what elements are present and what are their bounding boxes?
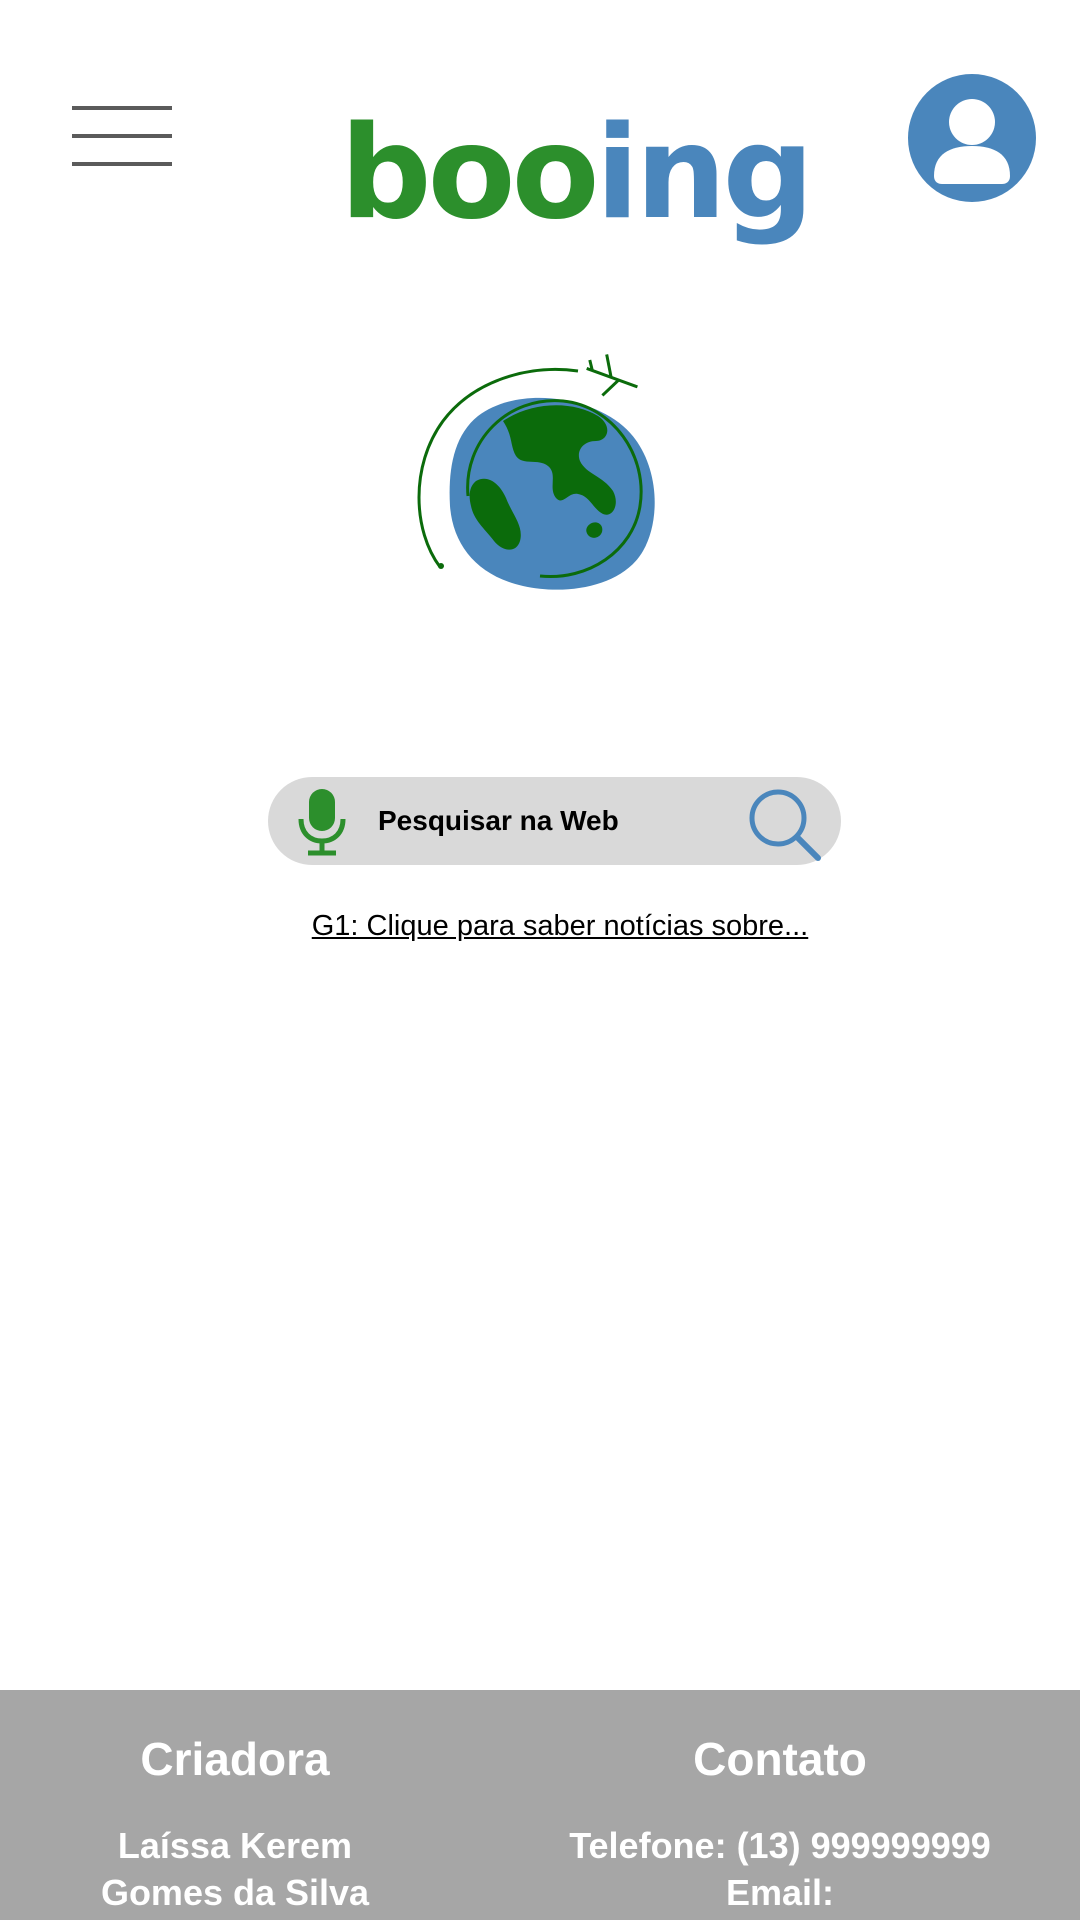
menu-bar-middle [72, 134, 172, 138]
creator-name: Laíssa Kerem Gomes da Silva [40, 1822, 430, 1916]
logo-text-green: boo [340, 99, 599, 248]
footer-contact-section: Contato Telefone: (13) 999999999 Email: [520, 1690, 1040, 1916]
microphone-button[interactable] [294, 787, 350, 857]
contact-phone: Telefone: (13) 999999999 [569, 1825, 991, 1866]
globe-airplane-icon [417, 354, 655, 590]
page: booing Pesquisar na Web G1: Clique para … [0, 0, 1080, 1920]
creator-name-line2: Gomes da Silva [100, 1872, 370, 1913]
creator-heading: Criadora [140, 1733, 330, 1785]
news-link[interactable]: G1: Clique para saber notícias sobre... [240, 910, 880, 943]
contact-email-label: Email: [725, 1872, 835, 1913]
search-button[interactable] [746, 786, 824, 864]
search-input[interactable] [378, 793, 738, 849]
logo-text-blue: ing [595, 99, 815, 248]
search-bar [268, 777, 841, 865]
footer: Criadora Laíssa Kerem Gomes da Silva Con… [0, 1690, 1080, 1920]
globe-airplane-illustration [408, 346, 672, 606]
microphone-icon [298, 789, 346, 856]
menu-bar-bottom [72, 162, 172, 166]
creator-name-line1: Laíssa Kerem [117, 1825, 353, 1866]
logo[interactable]: booing [340, 110, 814, 270]
search-icon [749, 789, 821, 861]
menu-button[interactable] [68, 104, 176, 168]
menu-bar-top [72, 106, 172, 110]
user-icon [934, 99, 1010, 184]
contact-heading: Contato [693, 1733, 867, 1785]
contact-details: Telefone: (13) 999999999 Email: [520, 1822, 1040, 1916]
footer-creator-section: Criadora Laíssa Kerem Gomes da Silva [40, 1690, 430, 1916]
profile-button[interactable] [908, 74, 1036, 202]
